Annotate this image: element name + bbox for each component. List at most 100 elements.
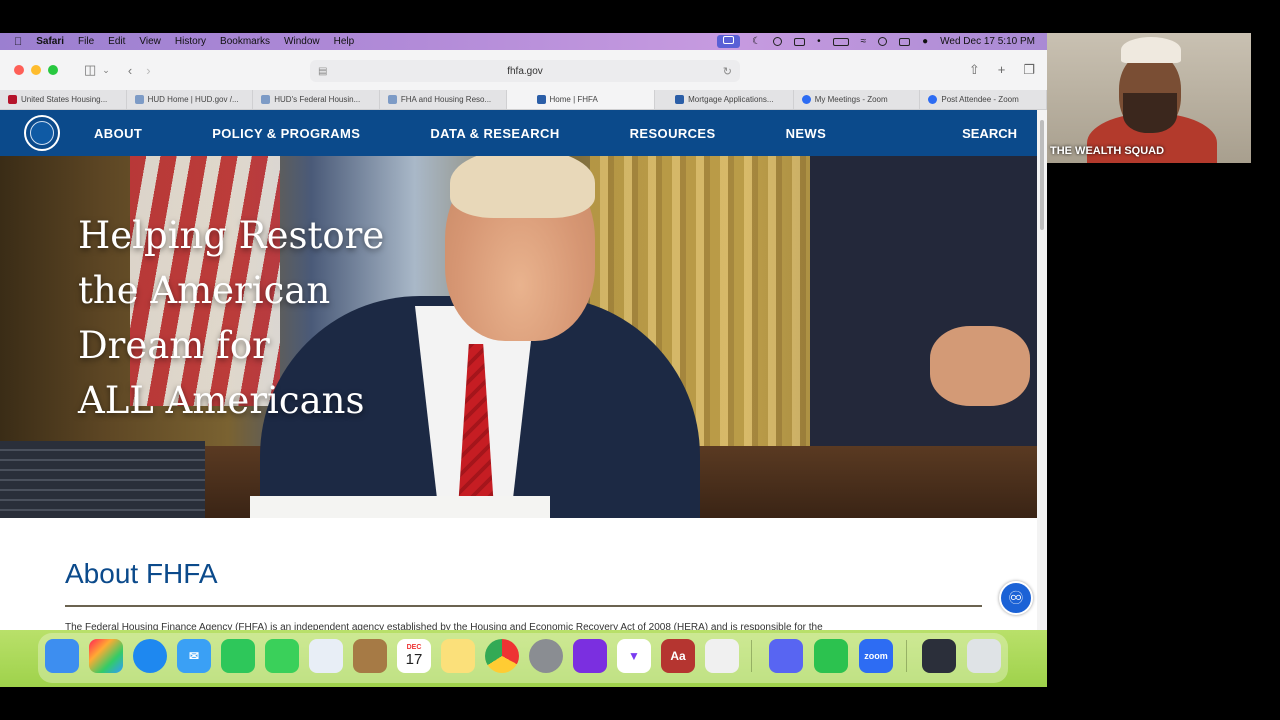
toolbar-right-actions: ⇧ + ❐ (969, 62, 1035, 78)
scrollbar-thumb[interactable] (1040, 120, 1044, 230)
dictionary-icon[interactable]: Aa (661, 639, 695, 673)
hair-image (450, 156, 595, 218)
status-area: ☾ • ≈ ● Wed Dec 17 5:10 PM (717, 35, 1047, 48)
sidebar-icon[interactable]: ◫ (84, 62, 96, 78)
tab-mortgage-applications[interactable]: Mortgage Applications... (655, 90, 794, 109)
nav-data-research[interactable]: DATA & RESEARCH (430, 126, 559, 141)
tab-fha-housing-resources[interactable]: FHA and Housing Reso... (380, 90, 507, 109)
home-icon (536, 95, 546, 104)
numbers-icon[interactable] (814, 639, 848, 673)
tab-label: Home | FHFA (549, 95, 598, 104)
tab-overview-icon[interactable]: ❐ (1023, 62, 1035, 78)
maps-icon[interactable] (309, 639, 343, 673)
fhfa-seal-logo[interactable] (24, 115, 60, 151)
trash-icon[interactable] (967, 639, 1001, 673)
paper-image (250, 496, 550, 518)
tab-label: Mortgage Applications... (688, 95, 774, 104)
screen-share:  Safari File Edit View History Bookmark… (0, 33, 1047, 687)
nav-links: ABOUT POLICY & PROGRAMS DATA & RESEARCH … (94, 126, 826, 141)
facetime-icon[interactable] (221, 639, 255, 673)
reader-icon[interactable]: ▤ (318, 66, 327, 77)
recent-window-icon[interactable] (922, 639, 956, 673)
menu-bookmarks[interactable]: Bookmarks (220, 36, 270, 47)
iphone-mirroring-icon[interactable] (705, 639, 739, 673)
finder-icon[interactable] (45, 639, 79, 673)
page-scrollbar[interactable] (1037, 110, 1047, 630)
messages-icon[interactable] (265, 639, 299, 673)
podcasts-icon[interactable] (573, 639, 607, 673)
forward-icon[interactable]: › (146, 63, 150, 78)
seal-icon (30, 121, 54, 145)
nav-resources[interactable]: RESOURCES (630, 126, 716, 141)
hero-line: Helping Restore (78, 214, 385, 257)
tab-hud-home[interactable]: HUD Home | HUD.gov /... (127, 90, 254, 109)
display-icon[interactable] (794, 37, 806, 46)
menu-window[interactable]: Window (284, 36, 320, 47)
mail-icon[interactable]: ✉ (177, 639, 211, 673)
siri-icon[interactable]: ● (922, 36, 928, 47)
calendar-month: DEC (406, 644, 422, 651)
hero-line: Dream for (78, 324, 270, 367)
reload-icon[interactable]: ↻ (723, 65, 732, 78)
tab-my-meetings-zoom[interactable]: My Meetings - Zoom (794, 90, 921, 109)
hands-image (930, 326, 1030, 406)
control-center-icon[interactable] (899, 37, 911, 46)
screen-share-icon[interactable] (717, 35, 741, 48)
tab-post-attendee-zoom[interactable]: Post Attendee - Zoom (920, 90, 1047, 109)
menu-history[interactable]: History (175, 36, 206, 47)
back-icon[interactable]: ‹ (128, 63, 132, 78)
calendar-icon[interactable]: DEC 17 (397, 639, 431, 673)
tab-label: United States Housing... (21, 95, 108, 104)
zoom-app-icon[interactable]: zoom (859, 639, 893, 673)
hero-headline: Helping Restore the American Dream for A… (78, 208, 398, 428)
nav-policy-programs[interactable]: POLICY & PROGRAMS (212, 126, 360, 141)
divider (65, 605, 982, 607)
menu-file[interactable]: File (78, 36, 94, 47)
discord-icon[interactable] (769, 639, 803, 673)
url-text[interactable]: fhfa.gov (507, 66, 543, 77)
nav-news[interactable]: NEWS (786, 126, 827, 141)
folders-image (0, 441, 205, 518)
spotlight-search-icon[interactable] (878, 37, 888, 46)
window-controls (14, 65, 58, 75)
new-tab-icon[interactable]: + (998, 62, 1006, 78)
menu-view[interactable]: View (139, 36, 161, 47)
system-settings-icon[interactable] (529, 639, 563, 673)
beard-image (1123, 93, 1177, 133)
apple-icon[interactable]:  (14, 36, 22, 48)
clock-text[interactable]: Wed Dec 17 5:10 PM (940, 36, 1035, 47)
tab-united-states-housing[interactable]: United States Housing... (0, 90, 127, 109)
notes-icon[interactable] (441, 639, 475, 673)
share-icon[interactable]: ⇧ (969, 62, 980, 78)
chevron-down-icon[interactable]: ⌄ (102, 65, 110, 76)
dock-separator (751, 640, 752, 672)
nav-about[interactable]: ABOUT (94, 126, 142, 141)
address-bar[interactable]: ▤ fhfa.gov ↻ (310, 60, 740, 82)
safari-icon[interactable] (133, 639, 167, 673)
zoom-window-button[interactable] (48, 65, 58, 75)
participant-name: THE WEALTH SQUAD (1050, 145, 1165, 157)
nav-search[interactable]: SEARCH (962, 126, 1017, 141)
minimize-window-button[interactable] (31, 65, 41, 75)
time-machine-icon[interactable] (773, 37, 783, 46)
tab-favicon-icon (134, 95, 144, 104)
vpn-icon[interactable]: ▼ (617, 639, 651, 673)
chrome-icon[interactable] (485, 639, 519, 673)
accessibility-button[interactable]: ♾ (999, 581, 1033, 615)
wifi-icon[interactable]: ≈ (861, 36, 867, 47)
launchpad-icon[interactable] (89, 639, 123, 673)
menu-app-name[interactable]: Safari (36, 36, 64, 47)
tab-home-fhfa[interactable]: Home | FHFA (506, 90, 656, 109)
close-window-button[interactable] (14, 65, 24, 75)
tab-label: FHA and Housing Reso... (400, 95, 492, 104)
contacts-icon[interactable] (353, 639, 387, 673)
menu-help[interactable]: Help (334, 36, 355, 47)
calendar-day: 17 (405, 651, 423, 668)
accessibility-icon: ♾ (1007, 587, 1025, 608)
battery-icon[interactable] (832, 37, 849, 46)
bluetooth-icon[interactable]: • (817, 36, 821, 47)
focus-moon-icon[interactable]: ☾ (752, 36, 761, 47)
tab-hud-federal-housing[interactable]: HUD's Federal Housin... (253, 90, 380, 109)
menu-edit[interactable]: Edit (108, 36, 125, 47)
home-icon (675, 95, 685, 104)
